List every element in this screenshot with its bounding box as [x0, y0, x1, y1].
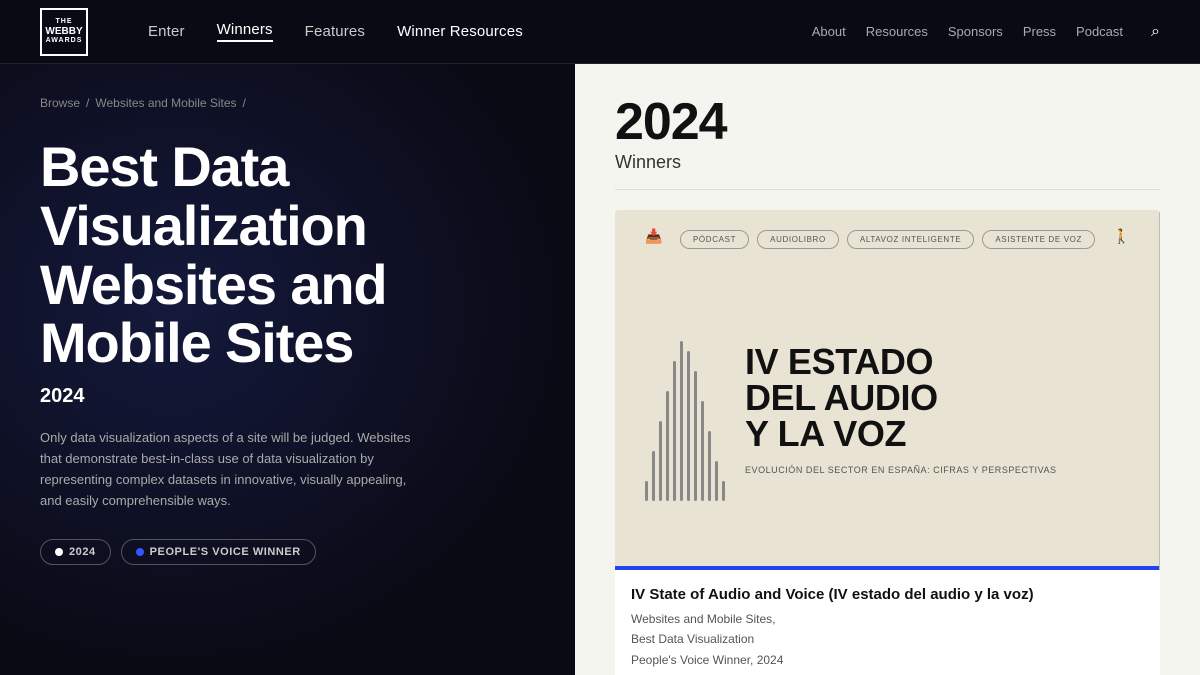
- logo-webby: WEBBY: [45, 26, 82, 37]
- right-panel: 2024 Winners 📥 PÓDCAST AUDIOLIBRO ALTAVO…: [575, 64, 1200, 675]
- bar-7: [687, 351, 690, 501]
- site-preview-subtitle: EVOLUCIÓN DEL SECTOR EN ESPAÑA: CIFRAS Y…: [745, 464, 1130, 477]
- bar-9: [701, 401, 704, 501]
- winner-info: IV State of Audio and Voice (IV estado d…: [615, 570, 1160, 675]
- nav-resources[interactable]: Resources: [866, 24, 928, 39]
- bar-8: [694, 371, 697, 501]
- bar-6: [680, 341, 683, 501]
- left-panel: Browse / Websites and Mobile Sites / Bes…: [0, 64, 575, 675]
- breadcrumb: Browse / Websites and Mobile Sites /: [40, 96, 527, 110]
- site-preview-nav: 📥 PÓDCAST AUDIOLIBRO ALTAVOZ INTELIGENTE…: [615, 210, 1160, 261]
- search-button[interactable]: ⌕: [1151, 23, 1160, 41]
- page-title: Best Data Visualization Websites and Mob…: [40, 138, 527, 373]
- site-preview-lines: [645, 321, 725, 501]
- right-section-label: Winners: [615, 152, 1160, 190]
- winner-title: IV State of Audio and Voice (IV estado d…: [631, 586, 1144, 603]
- breadcrumb-sep2: /: [243, 96, 246, 110]
- winner-meta: Websites and Mobile Sites, Best Data Vis…: [631, 609, 1144, 670]
- year-label: 2024: [40, 385, 527, 408]
- tag-dot-year: [55, 548, 63, 556]
- nav-winner-resources[interactable]: Winner Resources: [397, 23, 523, 40]
- tag-year-label: 2024: [69, 546, 96, 558]
- site-preview-icon-left: 📥: [645, 228, 662, 245]
- bar-2: [652, 451, 655, 501]
- bar-5: [673, 361, 676, 501]
- site-preview-main-title: IV ESTADO DEL AUDIO Y LA VOZ: [745, 344, 1130, 452]
- title-line2: DEL AUDIO: [745, 377, 938, 418]
- site-preview-divider: [1159, 210, 1160, 570]
- tag-dot-pv: [136, 548, 144, 556]
- winner-card[interactable]: 📥 PÓDCAST AUDIOLIBRO ALTAVOZ INTELIGENTE…: [615, 210, 1160, 675]
- bar-4: [666, 391, 669, 501]
- right-year: 2024: [615, 96, 1160, 148]
- title-line1: IV ESTADO: [745, 341, 933, 382]
- winner-meta-line1: Websites and Mobile Sites,: [631, 612, 776, 626]
- breadcrumb-browse[interactable]: Browse: [40, 96, 80, 110]
- bar-1: [645, 481, 648, 501]
- bar-11: [715, 461, 718, 501]
- title-line3: Y LA VOZ: [745, 413, 906, 454]
- logo-the: THE: [56, 18, 73, 26]
- tag-pv-label: PEOPLE'S VOICE WINNER: [150, 546, 301, 558]
- main-content: Browse / Websites and Mobile Sites / Bes…: [0, 64, 1200, 675]
- bar-10: [708, 431, 711, 501]
- site-preview-nav-altavoz: ALTAVOZ INTELIGENTE: [847, 230, 975, 249]
- header: THE WEBBY AWARDS Enter Winners Features …: [0, 0, 1200, 64]
- bar-12: [722, 481, 725, 501]
- main-nav: Enter Winners Features Winner Resources: [148, 21, 812, 42]
- site-preview-body: IV ESTADO DEL AUDIO Y LA VOZ EVOLUCIÓN D…: [615, 261, 1160, 570]
- tag-list: 2024 PEOPLE'S VOICE WINNER: [40, 539, 527, 565]
- site-preview-nav-audiolibro: AUDIOLIBRO: [757, 230, 839, 249]
- winner-meta-line2: Best Data Visualization: [631, 632, 754, 646]
- winner-image: 📥 PÓDCAST AUDIOLIBRO ALTAVOZ INTELIGENTE…: [615, 210, 1160, 570]
- site-preview-icon-right: 🚶: [1113, 228, 1130, 245]
- nav-enter[interactable]: Enter: [148, 23, 185, 40]
- site-preview-text-block: IV ESTADO DEL AUDIO Y LA VOZ EVOLUCIÓN D…: [745, 344, 1130, 477]
- logo[interactable]: THE WEBBY AWARDS: [40, 8, 88, 56]
- breadcrumb-category[interactable]: Websites and Mobile Sites: [95, 96, 236, 110]
- nav-podcast[interactable]: Podcast: [1076, 24, 1123, 39]
- nav-about[interactable]: About: [812, 24, 846, 39]
- nav-sponsors[interactable]: Sponsors: [948, 24, 1003, 39]
- tag-year[interactable]: 2024: [40, 539, 111, 565]
- tag-peoples-voice[interactable]: PEOPLE'S VOICE WINNER: [121, 539, 316, 565]
- nav-press[interactable]: Press: [1023, 24, 1056, 39]
- bar-3: [659, 421, 662, 501]
- site-preview: 📥 PÓDCAST AUDIOLIBRO ALTAVOZ INTELIGENTE…: [615, 210, 1160, 570]
- site-preview-blue-bar: [615, 566, 1160, 570]
- nav-features[interactable]: Features: [305, 23, 365, 40]
- breadcrumb-sep1: /: [86, 96, 89, 110]
- nav-winners[interactable]: Winners: [217, 21, 273, 42]
- site-preview-nav-asistente: ASISTENTE DE VOZ: [982, 230, 1095, 249]
- winner-meta-line3: People's Voice Winner, 2024: [631, 653, 783, 667]
- logo-awards: AWARDS: [46, 37, 83, 45]
- secondary-nav: About Resources Sponsors Press Podcast ⌕: [812, 23, 1160, 41]
- site-preview-nav-podcast: PÓDCAST: [680, 230, 749, 249]
- category-description: Only data visualization aspects of a sit…: [40, 428, 420, 511]
